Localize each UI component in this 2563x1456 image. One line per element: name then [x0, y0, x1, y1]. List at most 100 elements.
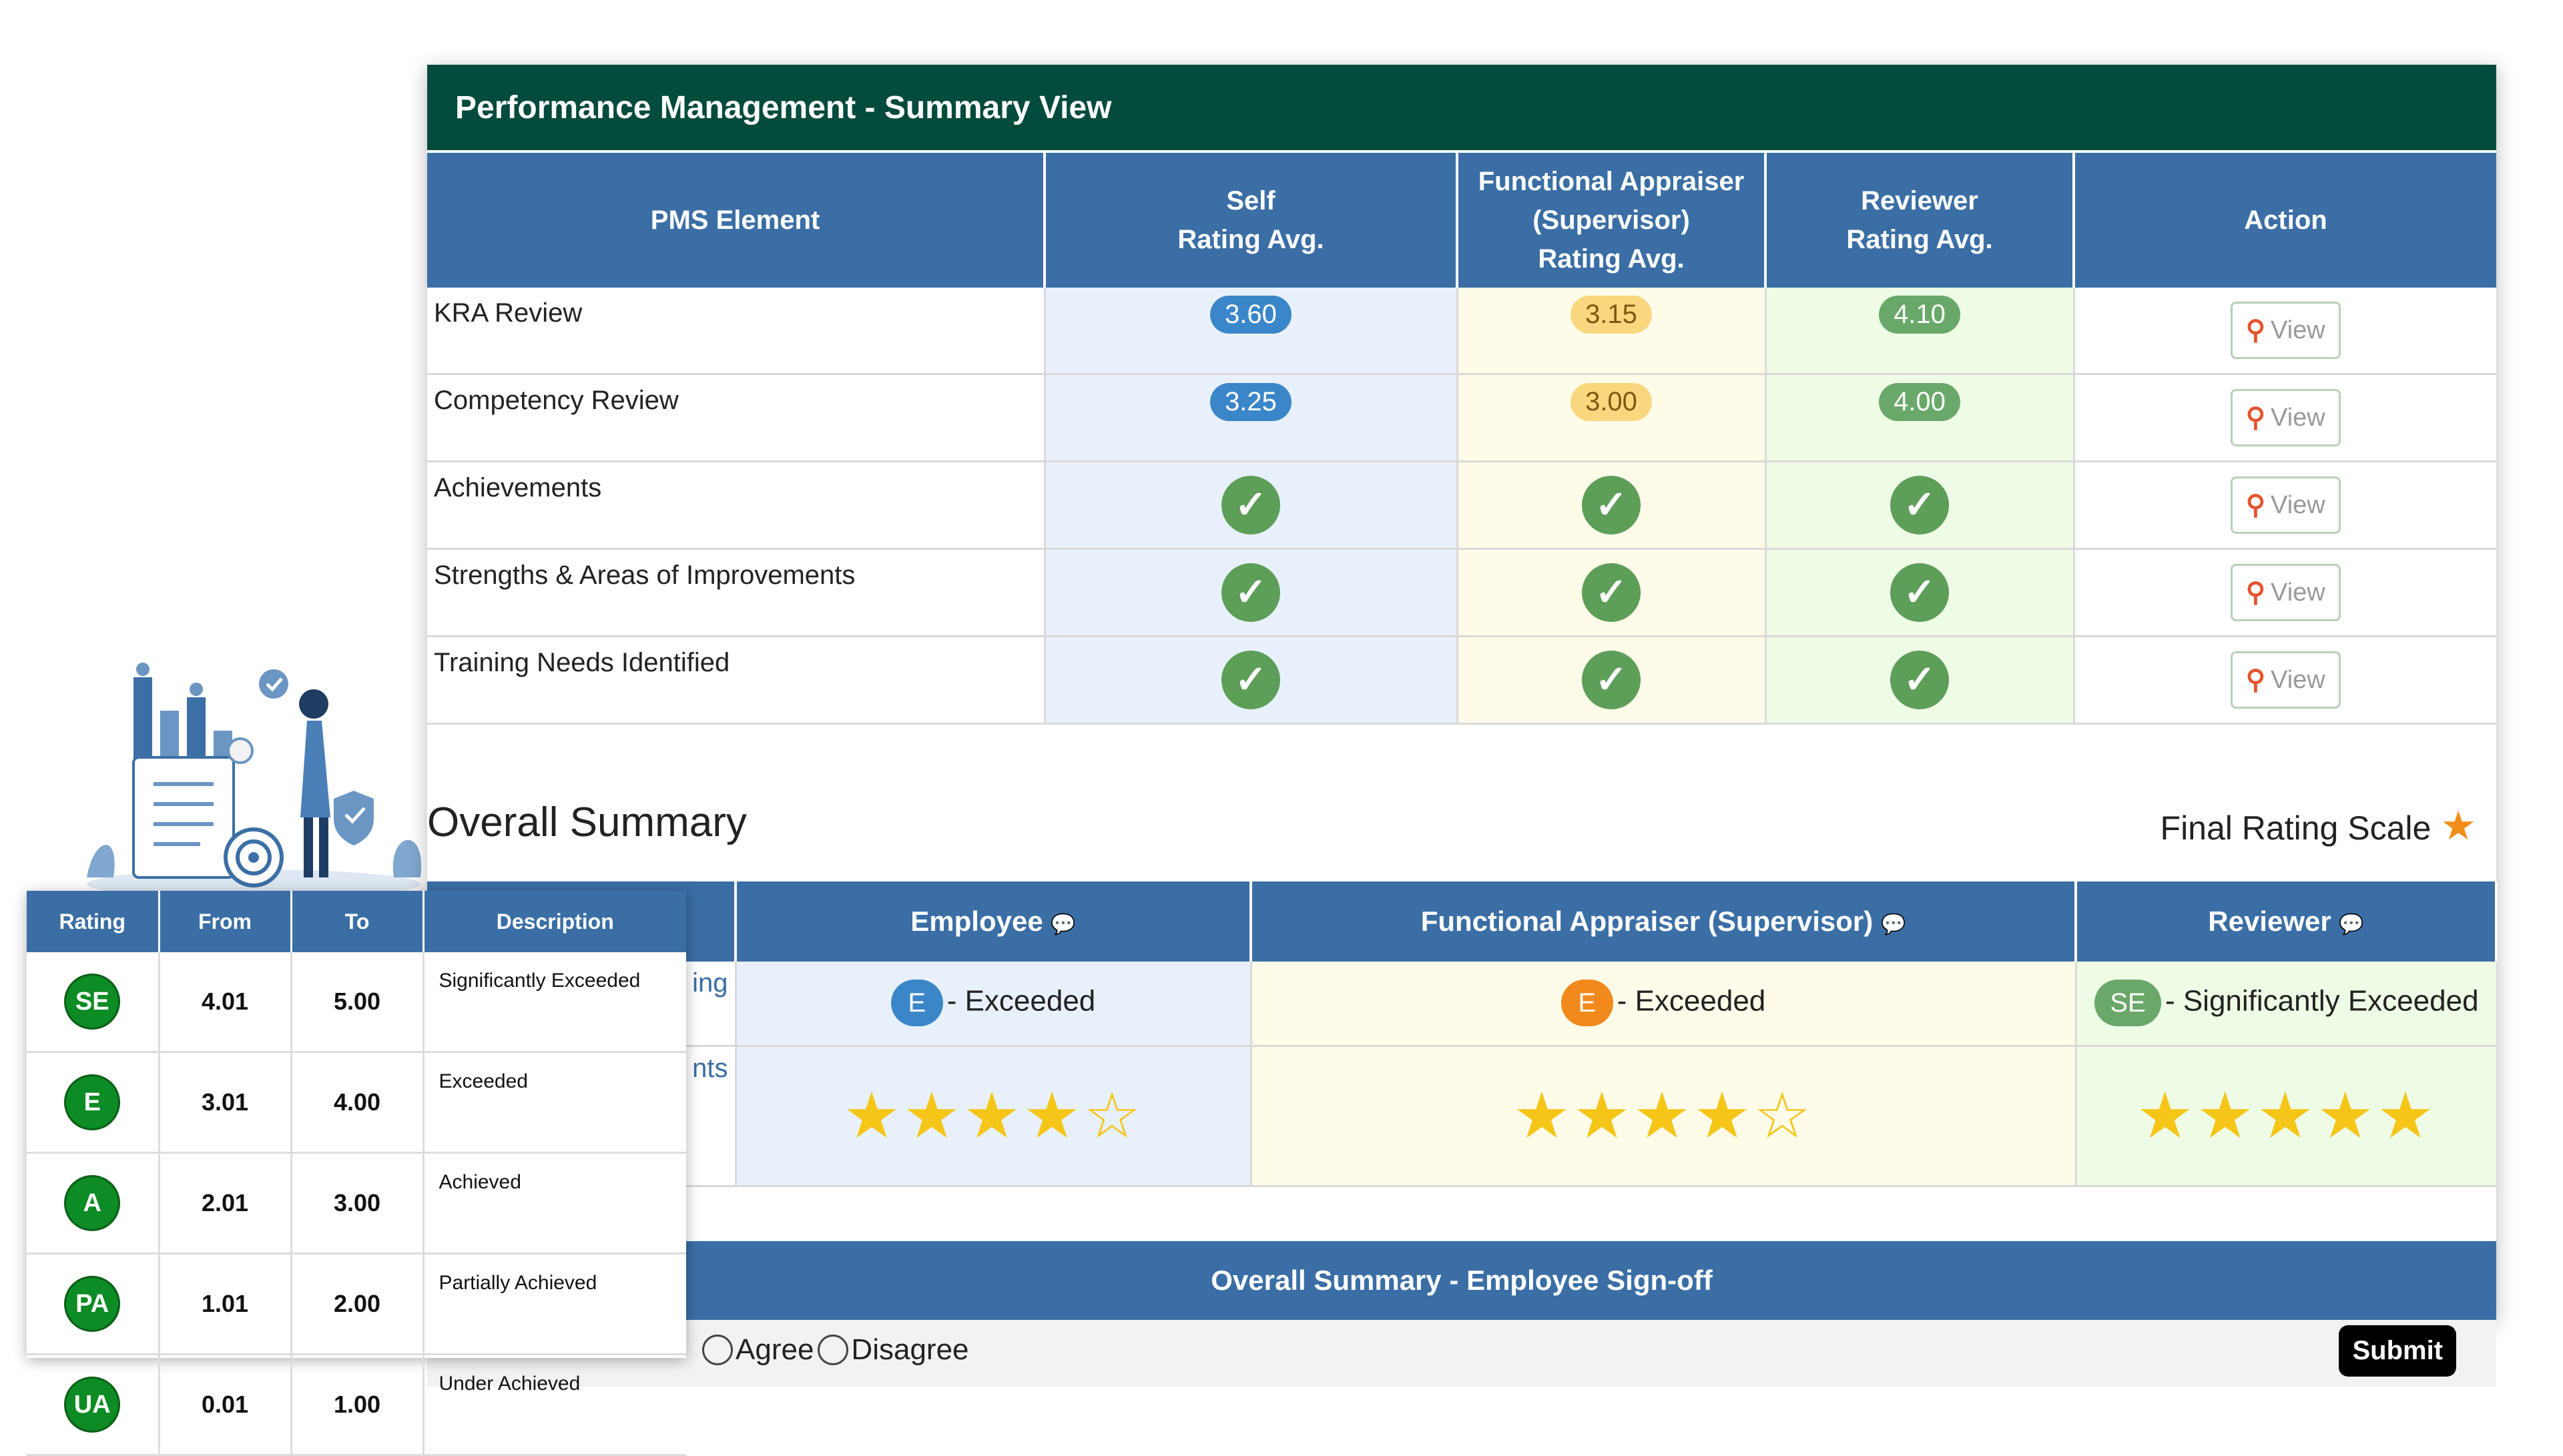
self-status-cell: ✓ [1045, 461, 1458, 550]
column-header-functional-appraiser: Functional Appraiser (Supervisor) 💬 [1251, 881, 2077, 962]
star-empty-icon: ☆ [1753, 1080, 1814, 1152]
disagree-radio[interactable] [818, 1335, 849, 1365]
legend-from: 2.01 [159, 1152, 292, 1254]
search-icon: ⚲ [2245, 665, 2266, 695]
legend-row: SE 4.01 5.00 Significantly Exceeded [27, 952, 686, 1053]
legend-row: A 2.01 3.00 Achieved [27, 1152, 686, 1254]
column-header-pms-element: PMS Element [427, 153, 1046, 288]
employee-stars: ★★★★☆ [736, 1046, 1252, 1187]
comment-icon[interactable]: 💬 [1881, 914, 1906, 936]
rating-code-badge: PA [64, 1276, 121, 1332]
column-header-employee: Employee 💬 [736, 881, 1252, 962]
legend-from: 1.01 [159, 1253, 292, 1355]
analytics-illustration [87, 663, 422, 899]
page-title: Performance Management - Summary View [427, 65, 2496, 150]
final-rating-scale-label: Final Rating Scale [2160, 809, 2432, 847]
action-cell: ⚲ View [2074, 549, 2496, 637]
self-status-cell: ✓ [1045, 636, 1458, 725]
star-filled-icon: ★ [2196, 1080, 2257, 1152]
star-empty-icon: ☆ [1083, 1080, 1144, 1152]
column-header-reviewer: Reviewer 💬 [2076, 881, 2498, 962]
action-cell: ⚲ View [2074, 636, 2496, 725]
self-rating-cell: 3.60 [1045, 288, 1458, 375]
star-filled-icon: ★ [1573, 1080, 1633, 1152]
table-row: Training Needs Identified ✓ ✓ ✓ ⚲ View [427, 636, 2496, 725]
disagree-label: Disagree [851, 1333, 969, 1366]
star-filled-icon: ★ [842, 1080, 903, 1152]
check-circle-icon: ✓ [1582, 563, 1641, 622]
pms-element-name: Achievements [427, 461, 1046, 550]
submit-button[interactable]: Submit [2339, 1325, 2456, 1377]
overall-summary-table: Employee 💬 Functional Appraiser (Supervi… [427, 881, 2498, 1187]
view-button[interactable]: ⚲ View [2230, 476, 2341, 534]
view-label: View [2271, 316, 2325, 344]
signoff-controls: Agree Disagree Submit [427, 1320, 2496, 1387]
agree-radio[interactable] [702, 1335, 733, 1365]
comment-icon[interactable]: 💬 [2339, 914, 2363, 936]
functional-rating-cell: 3.00 [1457, 374, 1767, 462]
self-status-cell: ✓ [1045, 549, 1458, 637]
reviewer-rating-cell: 4.00 [1765, 374, 2075, 462]
check-circle-icon: ✓ [1890, 563, 1949, 622]
functional-grade: E- Exceeded [1251, 962, 2077, 1047]
table-row: Competency Review 3.25 3.00 4.00 ⚲ View [427, 374, 2496, 462]
check-circle-icon: ✓ [1221, 476, 1280, 534]
legend-description: Under Achieved [423, 1354, 686, 1456]
view-button[interactable]: ⚲ View [2230, 564, 2341, 621]
column-header-action: Action [2074, 153, 2496, 288]
legend-row: UA 0.01 1.00 Under Achieved [27, 1354, 686, 1456]
legend-rating-cell: E [27, 1052, 160, 1154]
legend-from: 3.01 [159, 1052, 292, 1154]
functional-status-cell: ✓ [1457, 461, 1767, 550]
check-circle-icon: ✓ [1221, 651, 1280, 709]
rating-code-badge: UA [64, 1377, 121, 1433]
legend-to: 5.00 [291, 952, 424, 1053]
agree-label: Agree [736, 1333, 814, 1366]
column-header-self-rating: Self Rating Avg. [1045, 153, 1458, 288]
overall-summary-title: Overall Summary [427, 799, 747, 845]
reviewer-status-cell: ✓ [1765, 549, 2075, 637]
check-circle-icon: ✓ [1890, 476, 1949, 534]
legend-header-from: From [159, 891, 292, 952]
pms-element-name: KRA Review [427, 288, 1046, 375]
legend-rating-cell: A [27, 1152, 160, 1254]
view-button[interactable]: ⚲ View [2230, 302, 2341, 359]
view-label: View [2271, 403, 2325, 432]
reviewer-status-cell: ✓ [1765, 636, 2075, 725]
pms-element-name: Strengths & Areas of Improvements [427, 549, 1046, 637]
legend-to: 2.00 [291, 1253, 424, 1355]
table-row: Strengths & Areas of Improvements ✓ ✓ ✓ ⚲ Vie… [427, 549, 2496, 637]
final-rating-scale-link[interactable]: Final Rating Scale ★ [2161, 803, 2476, 849]
star-filled-icon: ★ [2256, 1080, 2317, 1152]
view-button[interactable]: ⚲ View [2230, 389, 2341, 446]
check-circle-icon: ✓ [1890, 651, 1949, 709]
grade-badge: E [1560, 980, 1613, 1027]
action-cell: ⚲ View [2074, 374, 2496, 462]
reviewer-stars: ★★★★★ [2076, 1046, 2496, 1187]
grade-badge: SE [2094, 980, 2161, 1027]
legend-description: Exceeded [423, 1052, 686, 1154]
grade-badge: E [890, 980, 943, 1027]
grade-text: - Exceeded [946, 984, 1096, 1018]
rating-scale-table: Rating From To Description SE 4.01 5.00 … [27, 891, 686, 1456]
view-button[interactable]: ⚲ View [2230, 651, 2341, 709]
comment-icon[interactable]: 💬 [1051, 914, 1075, 936]
search-icon: ⚲ [2245, 490, 2266, 520]
pms-element-name: Training Needs Identified [427, 636, 1046, 725]
action-cell: ⚲ View [2074, 461, 2496, 550]
search-icon: ⚲ [2245, 316, 2266, 345]
legend-row: PA 1.01 2.00 Partially Achieved [27, 1253, 686, 1355]
reviewer-status-cell: ✓ [1765, 461, 2075, 550]
legend-row: E 3.01 4.00 Exceeded [27, 1052, 686, 1154]
table-row: KRA Review 3.60 3.15 4.10 ⚲ View [427, 288, 2496, 375]
employee-grade: E- Exceeded [736, 962, 1252, 1047]
rating-pill: 3.60 [1210, 295, 1292, 334]
legend-description: Significantly Exceeded [423, 952, 686, 1053]
legend-from: 4.01 [159, 952, 292, 1053]
grade-text: - Exceeded [1617, 984, 1766, 1018]
legend-to: 1.00 [291, 1354, 424, 1456]
legend-header-description: Description [423, 891, 686, 952]
functional-stars: ★★★★☆ [1251, 1046, 2077, 1187]
legend-header-rating: Rating [27, 891, 160, 952]
column-header-reviewer-rating: Reviewer Rating Avg. [1765, 153, 2075, 288]
